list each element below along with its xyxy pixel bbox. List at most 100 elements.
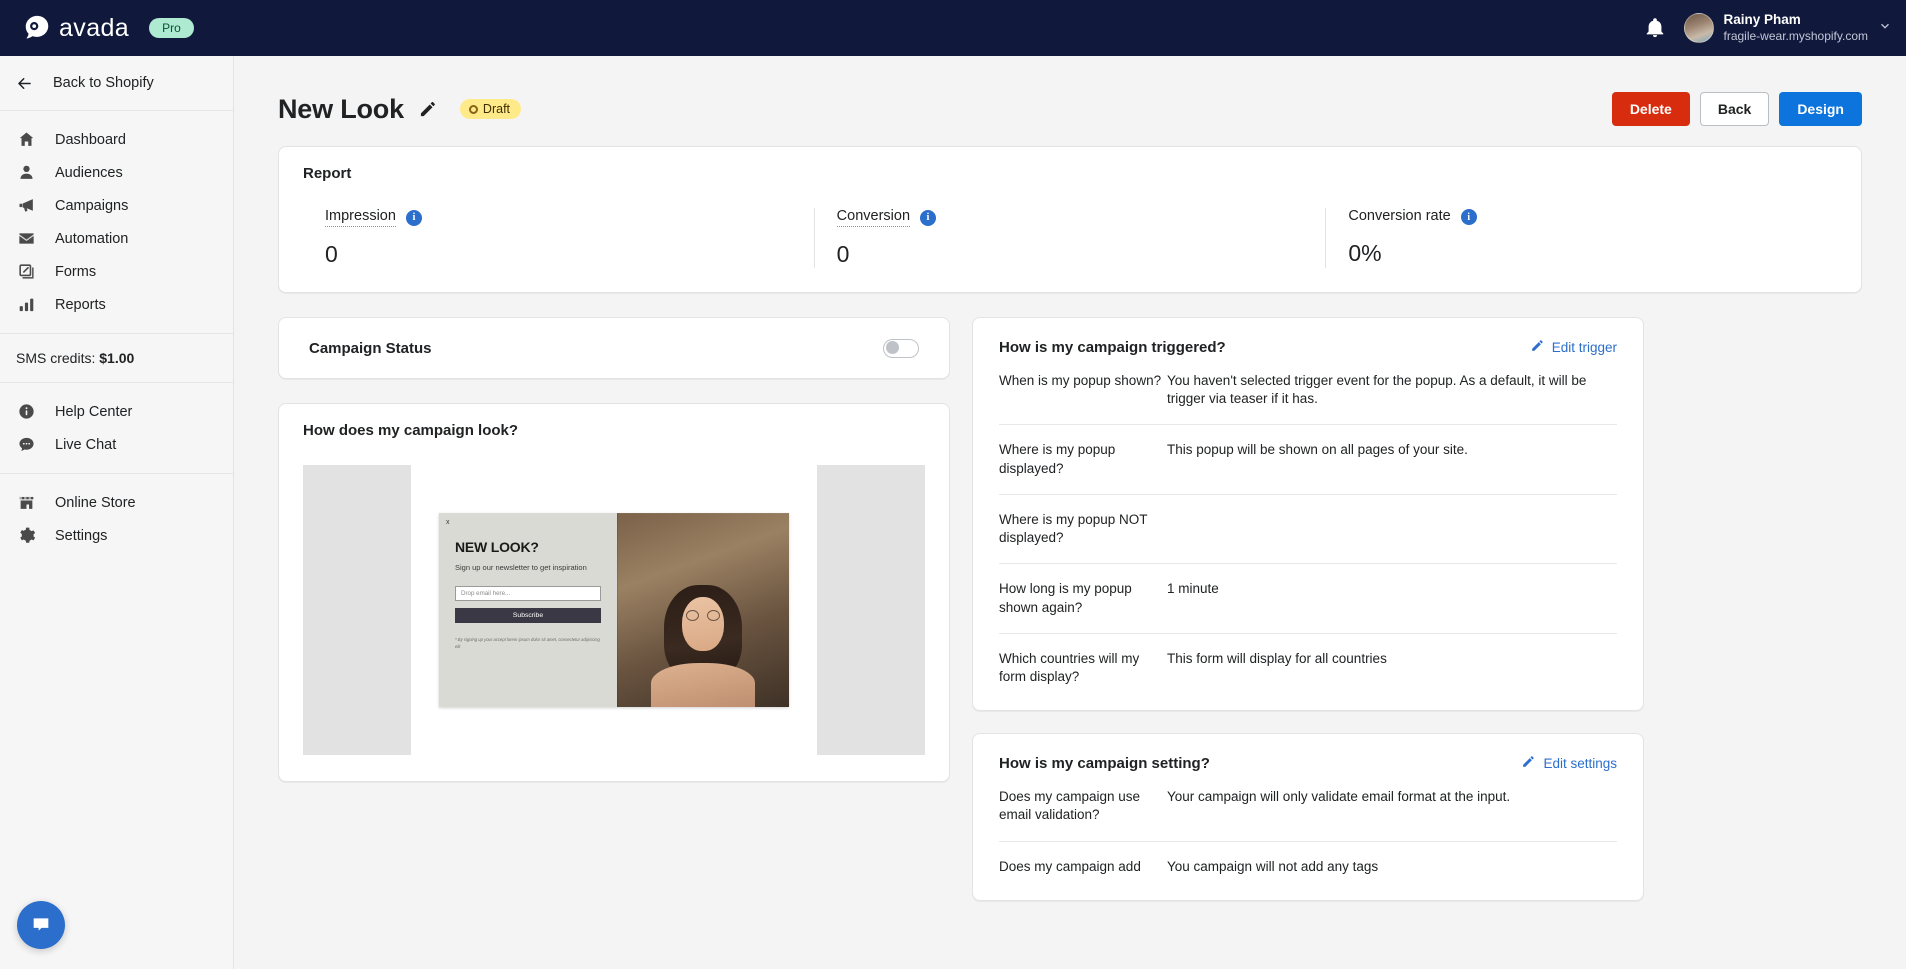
- settings-panel: How is my campaign setting? Edit setting…: [972, 733, 1644, 901]
- home-icon: [16, 129, 37, 150]
- metric-conversion-value: 0: [836, 241, 850, 267]
- back-to-shopify-button[interactable]: Back to Shopify: [0, 56, 233, 111]
- brand-name: avada: [59, 13, 130, 42]
- info-icon[interactable]: i: [920, 209, 937, 226]
- sidebar-item-online-store[interactable]: Online Store: [0, 486, 233, 519]
- user-name: Rainy Pham: [1723, 12, 1801, 28]
- metric-impression: Impression i 0: [303, 208, 814, 268]
- trigger-row-shown-again: How long is my popup shown again? 1 minu…: [999, 564, 1617, 634]
- trigger-panel-head: How is my campaign triggered? Edit trigg…: [999, 338, 1617, 356]
- report-card: Report Impression i 0 Conversion i 0 Con…: [278, 146, 1862, 293]
- sidebar-label-live-chat: Live Chat: [55, 436, 117, 453]
- metric-conversion-rate: Conversion rate i 0%: [1325, 208, 1837, 268]
- status-badge: Draft: [459, 99, 522, 119]
- sidebar-item-live-chat[interactable]: Live Chat: [0, 428, 233, 461]
- campaign-status-toggle[interactable]: [883, 338, 919, 358]
- sidebar-support-nav: Help Center Live Chat: [0, 383, 233, 473]
- edit-settings-button[interactable]: Edit settings: [1521, 754, 1617, 772]
- metric-impression-head: Impression i: [325, 208, 814, 227]
- sidebar-item-help-center[interactable]: Help Center: [0, 395, 233, 428]
- columns: Campaign Status How does my campaign loo…: [278, 317, 1862, 901]
- trigger-panel: How is my campaign triggered? Edit trigg…: [972, 317, 1644, 712]
- trigger-question-where-not-displayed: Where is my popup NOT displayed?: [999, 511, 1148, 546]
- right-column: How is my campaign triggered? Edit trigg…: [972, 317, 1644, 901]
- sidebar: Back to Shopify Dashboard Audiences Camp…: [0, 56, 234, 969]
- sidebar-label-settings: Settings: [55, 527, 108, 544]
- trigger-answer-where-displayed: This popup will be shown on all pages of…: [1167, 442, 1468, 458]
- content-area: Report Impression i 0 Conversion i 0 Con…: [234, 134, 1906, 901]
- trigger-row-countries: Which countries will my form display? Th…: [999, 634, 1617, 702]
- delete-button[interactable]: Delete: [1611, 92, 1690, 126]
- edit-trigger-button[interactable]: Edit trigger: [1530, 338, 1617, 356]
- toggle-knob: [885, 341, 899, 354]
- metric-conversion-rate-head: Conversion rate i: [1348, 208, 1837, 226]
- sidebar-main-nav: Dashboard Audiences Campaigns Automation: [0, 111, 233, 333]
- preview-left-placeholder: [303, 465, 411, 755]
- sidebar-item-audiences[interactable]: Audiences: [0, 156, 233, 189]
- avada-logo[interactable]: avada: [22, 13, 129, 43]
- campaign-status-card: Campaign Status: [278, 317, 950, 379]
- envelope-icon: [16, 228, 37, 249]
- trigger-answer-countries: This form will display for all countries: [1167, 650, 1387, 666]
- forms-icon: [16, 261, 37, 282]
- back-button[interactable]: Back: [1699, 92, 1770, 126]
- report-title: Report: [303, 165, 352, 182]
- sidebar-label-campaigns: Campaigns: [55, 197, 129, 214]
- megaphone-icon: [16, 195, 37, 216]
- left-column: Campaign Status How does my campaign loo…: [278, 317, 950, 782]
- sidebar-label-help-center: Help Center: [55, 403, 133, 420]
- storefront-icon: [16, 492, 37, 513]
- trigger-question-where-displayed: Where is my popup displayed?: [999, 442, 1116, 476]
- user-menu[interactable]: Rainy Pham fragile-wear.myshopify.com: [1683, 12, 1893, 44]
- notification-bell-icon[interactable]: [1644, 17, 1666, 39]
- brand-area: avada Pro: [22, 13, 194, 43]
- sidebar-label-reports: Reports: [55, 296, 106, 313]
- sidebar-item-settings[interactable]: Settings: [0, 519, 233, 552]
- popup-close-icon[interactable]: x: [446, 519, 450, 526]
- sidebar-item-campaigns[interactable]: Campaigns: [0, 189, 233, 222]
- report-metrics: Impression i 0 Conversion i 0 Conversion…: [303, 208, 1837, 268]
- person-icon: [16, 162, 37, 183]
- sidebar-label-automation: Automation: [55, 230, 129, 247]
- pencil-icon: [1530, 338, 1545, 356]
- chevron-down-icon[interactable]: [1878, 19, 1892, 38]
- campaign-look-title: How does my campaign look?: [303, 422, 519, 439]
- campaign-status-label: Campaign Status: [309, 339, 432, 357]
- trigger-answer-when: You haven't selected trigger event for t…: [1167, 373, 1587, 407]
- sidebar-label-audiences: Audiences: [55, 164, 123, 181]
- sidebar-item-automation[interactable]: Automation: [0, 222, 233, 255]
- edit-settings-label: Edit settings: [1543, 755, 1617, 771]
- user-identity: Rainy Pham fragile-wear.myshopify.com: [1724, 12, 1869, 44]
- edit-title-pencil-icon[interactable]: [418, 99, 438, 119]
- bar-chart-icon: [16, 294, 37, 315]
- metric-conversion-rate-value: 0%: [1348, 240, 1382, 266]
- live-chat-launcher-button[interactable]: [17, 901, 65, 949]
- trigger-row-when: When is my popup shown? You haven't sele…: [999, 356, 1617, 426]
- trigger-row-where-displayed: Where is my popup displayed? This popup …: [999, 425, 1617, 495]
- sidebar-label-forms: Forms: [55, 263, 97, 280]
- settings-answer-email-validation: Your campaign will only validate email f…: [1167, 789, 1511, 805]
- sidebar-item-reports[interactable]: Reports: [0, 288, 233, 321]
- info-icon[interactable]: i: [405, 209, 422, 226]
- design-button[interactable]: Design: [1779, 92, 1862, 126]
- popup-fine-print: * By signing up your accept lorem ipsum …: [455, 637, 600, 649]
- avada-logo-icon: [22, 13, 52, 43]
- metric-conversion-head: Conversion i: [836, 208, 1326, 227]
- popup-preview: x NEW LOOK? Sign up our newsletter to ge…: [439, 513, 789, 707]
- popup-subscribe-button[interactable]: Subscribe: [455, 608, 601, 624]
- sidebar-item-forms[interactable]: Forms: [0, 255, 233, 288]
- top-navigation-bar: avada Pro Rainy Pham fragile-wear.myshop…: [0, 0, 1906, 56]
- metric-impression-value: 0: [325, 241, 338, 267]
- settings-question-email-validation: Does my campaign use email validation?: [999, 789, 1141, 823]
- popup-email-input[interactable]: Drop email here...: [455, 586, 601, 602]
- avatar: [1683, 13, 1714, 43]
- metric-conversion-label: Conversion: [836, 208, 911, 227]
- pencil-icon: [1521, 754, 1536, 772]
- page-header: New Look Draft Delete Back Design: [234, 56, 1906, 134]
- popup-image-shoulder: [651, 663, 755, 707]
- preview-right-placeholder: [817, 465, 925, 755]
- sidebar-item-dashboard[interactable]: Dashboard: [0, 123, 233, 156]
- popup-subheading: Sign up our newsletter to get inspiratio…: [455, 563, 587, 572]
- info-icon[interactable]: i: [1460, 209, 1477, 225]
- popup-heading: NEW LOOK?: [455, 539, 539, 555]
